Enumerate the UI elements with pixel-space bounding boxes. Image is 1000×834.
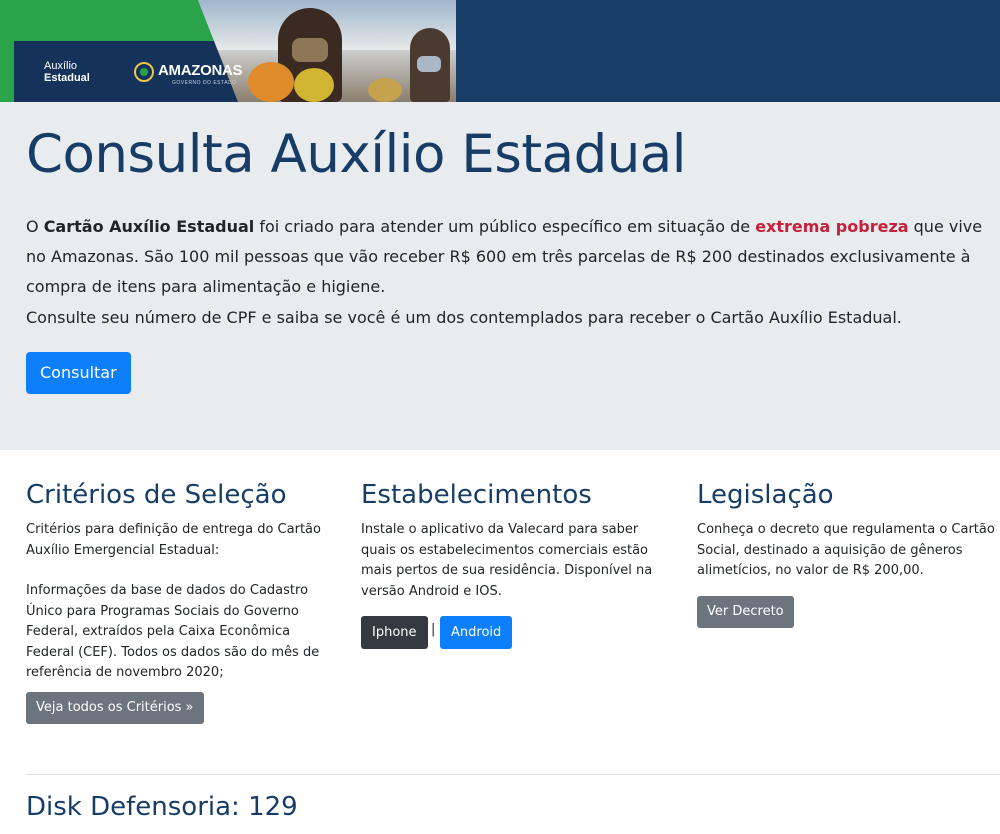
amazonas-seal-icon: [134, 62, 154, 82]
legislacao-text: Conheça o decreto que regulamenta o Cart…: [697, 522, 995, 578]
section-divider: [26, 774, 1000, 775]
android-button[interactable]: Android: [440, 616, 513, 649]
jumbotron: Consulta Auxílio Estadual O Cartão Auxíl…: [0, 102, 1000, 450]
criterios-text-2: Informações da base de dados do Cadastro…: [26, 583, 320, 680]
intro-highlight: extrema pobreza: [755, 217, 909, 236]
header-banner: Auxílio Estadual AMAZONAS GOVERNO DO EST…: [0, 0, 1000, 102]
iphone-button[interactable]: Iphone: [361, 616, 428, 649]
estabelecimentos-title: Estabelecimentos: [361, 480, 592, 510]
intro-bold: Cartão Auxílio Estadual: [43, 217, 255, 236]
page-title: Consulta Auxílio Estadual: [26, 124, 687, 185]
legislacao-title: Legislação: [697, 480, 834, 510]
banner-photo: [198, 0, 456, 102]
button-separator: |: [431, 622, 436, 637]
cpf-instruction: Consulte seu número de CPF e saiba se vo…: [26, 308, 902, 327]
amazonas-subtitle: GOVERNO DO ESTADO: [172, 80, 237, 86]
intro-paragraph: O Cartão Auxílio Estadual foi criado par…: [26, 212, 998, 302]
consultar-button[interactable]: Consultar: [26, 352, 131, 394]
estabelecimentos-column: Estabelecimentos Instale o aplicativo da…: [361, 480, 671, 649]
intro-text-1: O: [26, 217, 44, 236]
logo-line2: Estadual: [44, 72, 90, 84]
ver-criterios-button[interactable]: Veja todos os Critérios »: [26, 692, 204, 724]
amazonas-logo: AMAZONAS: [158, 62, 243, 79]
estabelecimentos-text: Instale o aplicativo da Valecard para sa…: [361, 522, 653, 599]
criterios-title: Critérios de Seleção: [26, 480, 287, 510]
intro-text-2: foi criado para atender um público espec…: [254, 217, 756, 236]
disk-defensoria-title: Disk Defensoria: 129: [26, 792, 298, 822]
logo-line1: Auxílio: [44, 60, 78, 72]
criterios-column: Critérios de Seleção Critérios para defi…: [26, 480, 326, 724]
criterios-text-1: Critérios para definição de entrega do C…: [26, 522, 321, 558]
ver-decreto-button[interactable]: Ver Decreto: [697, 596, 794, 628]
auxilio-estadual-logo: Auxílio Estadual: [44, 60, 90, 84]
legislacao-column: Legislação Conheça o decreto que regulam…: [697, 480, 997, 628]
banner-image: Auxílio Estadual AMAZONAS GOVERNO DO EST…: [0, 0, 456, 102]
